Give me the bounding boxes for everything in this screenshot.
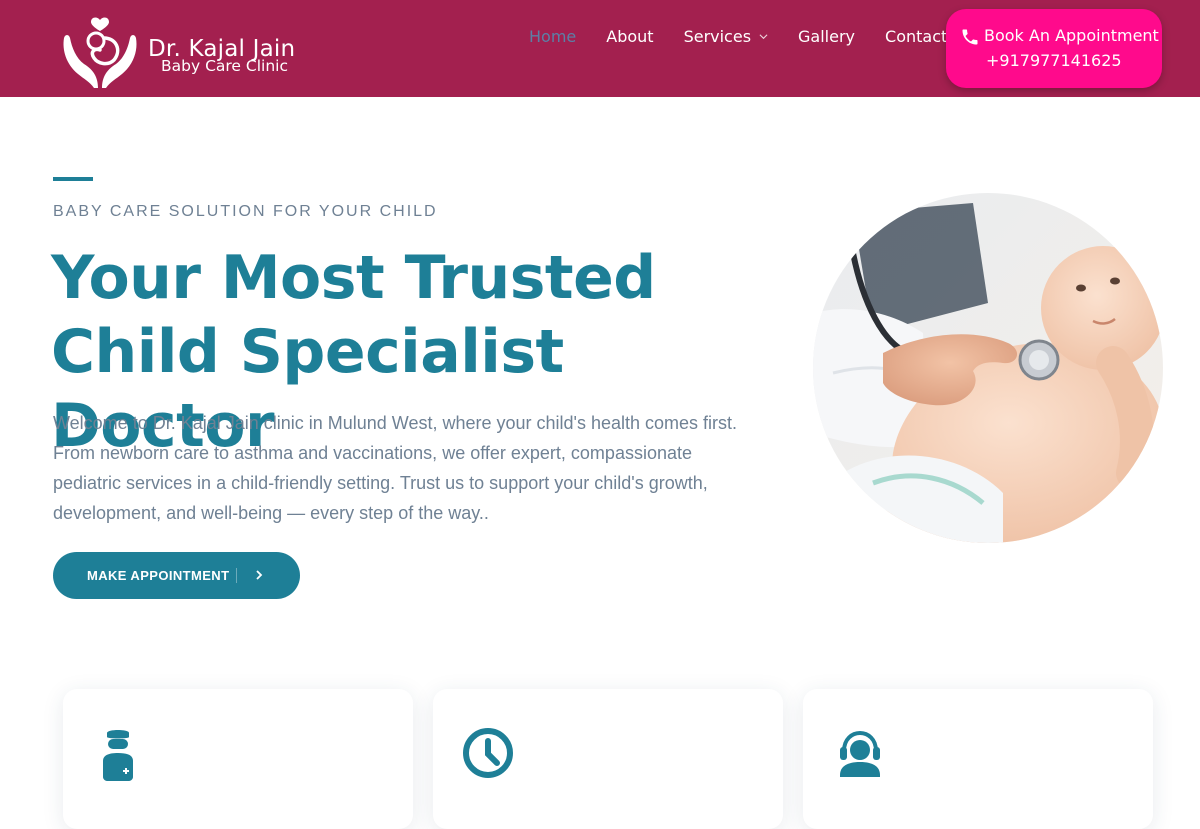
brand-tagline: Baby Care Clinic	[161, 57, 288, 75]
phone-icon	[962, 29, 978, 45]
accent-line	[53, 177, 93, 181]
book-appointment-label: Book An Appointment	[984, 26, 1159, 45]
doctor-baby-illustration	[813, 193, 1163, 543]
button-divider	[236, 568, 237, 583]
clock-icon	[463, 728, 513, 778]
phone-number: +917977141625	[986, 51, 1122, 70]
nav-home[interactable]: Home	[529, 27, 576, 46]
nav-contact[interactable]: Contact	[885, 27, 947, 46]
chevron-down-icon	[759, 33, 768, 39]
nav-services[interactable]: Services	[684, 27, 768, 46]
hero-eyebrow: BABY CARE SOLUTION FOR YOUR CHILD	[53, 203, 438, 220]
main-nav: Home About Services Gallery Contact	[529, 24, 977, 48]
feature-card-clock	[433, 689, 783, 829]
make-appointment-label: MAKE APPOINTMENT	[87, 568, 230, 583]
feature-card-doctor	[63, 689, 413, 829]
doctor-icon	[103, 730, 133, 781]
make-appointment-button[interactable]: MAKE APPOINTMENT	[53, 552, 300, 599]
baby-hands-logo-icon	[63, 17, 137, 88]
nav-about[interactable]: About	[606, 27, 653, 46]
hero-image-doctor-baby	[813, 193, 1163, 543]
chevron-right-icon	[256, 570, 263, 580]
hero-description: Welcome to Dr. Kajal Jain clinic in Mulu…	[53, 413, 738, 523]
site-header: Dr. Kajal Jain Baby Care Clinic Home Abo…	[0, 0, 1200, 97]
brand-logo[interactable]: Dr. Kajal Jain Baby Care Clinic	[58, 8, 308, 90]
book-appointment-button[interactable]: Book An Appointment +917977141625	[946, 9, 1162, 88]
feature-card-support	[803, 689, 1153, 829]
nav-gallery[interactable]: Gallery	[798, 27, 855, 46]
support-agent-icon	[840, 730, 880, 777]
nav-services-label: Services	[683, 26, 752, 46]
